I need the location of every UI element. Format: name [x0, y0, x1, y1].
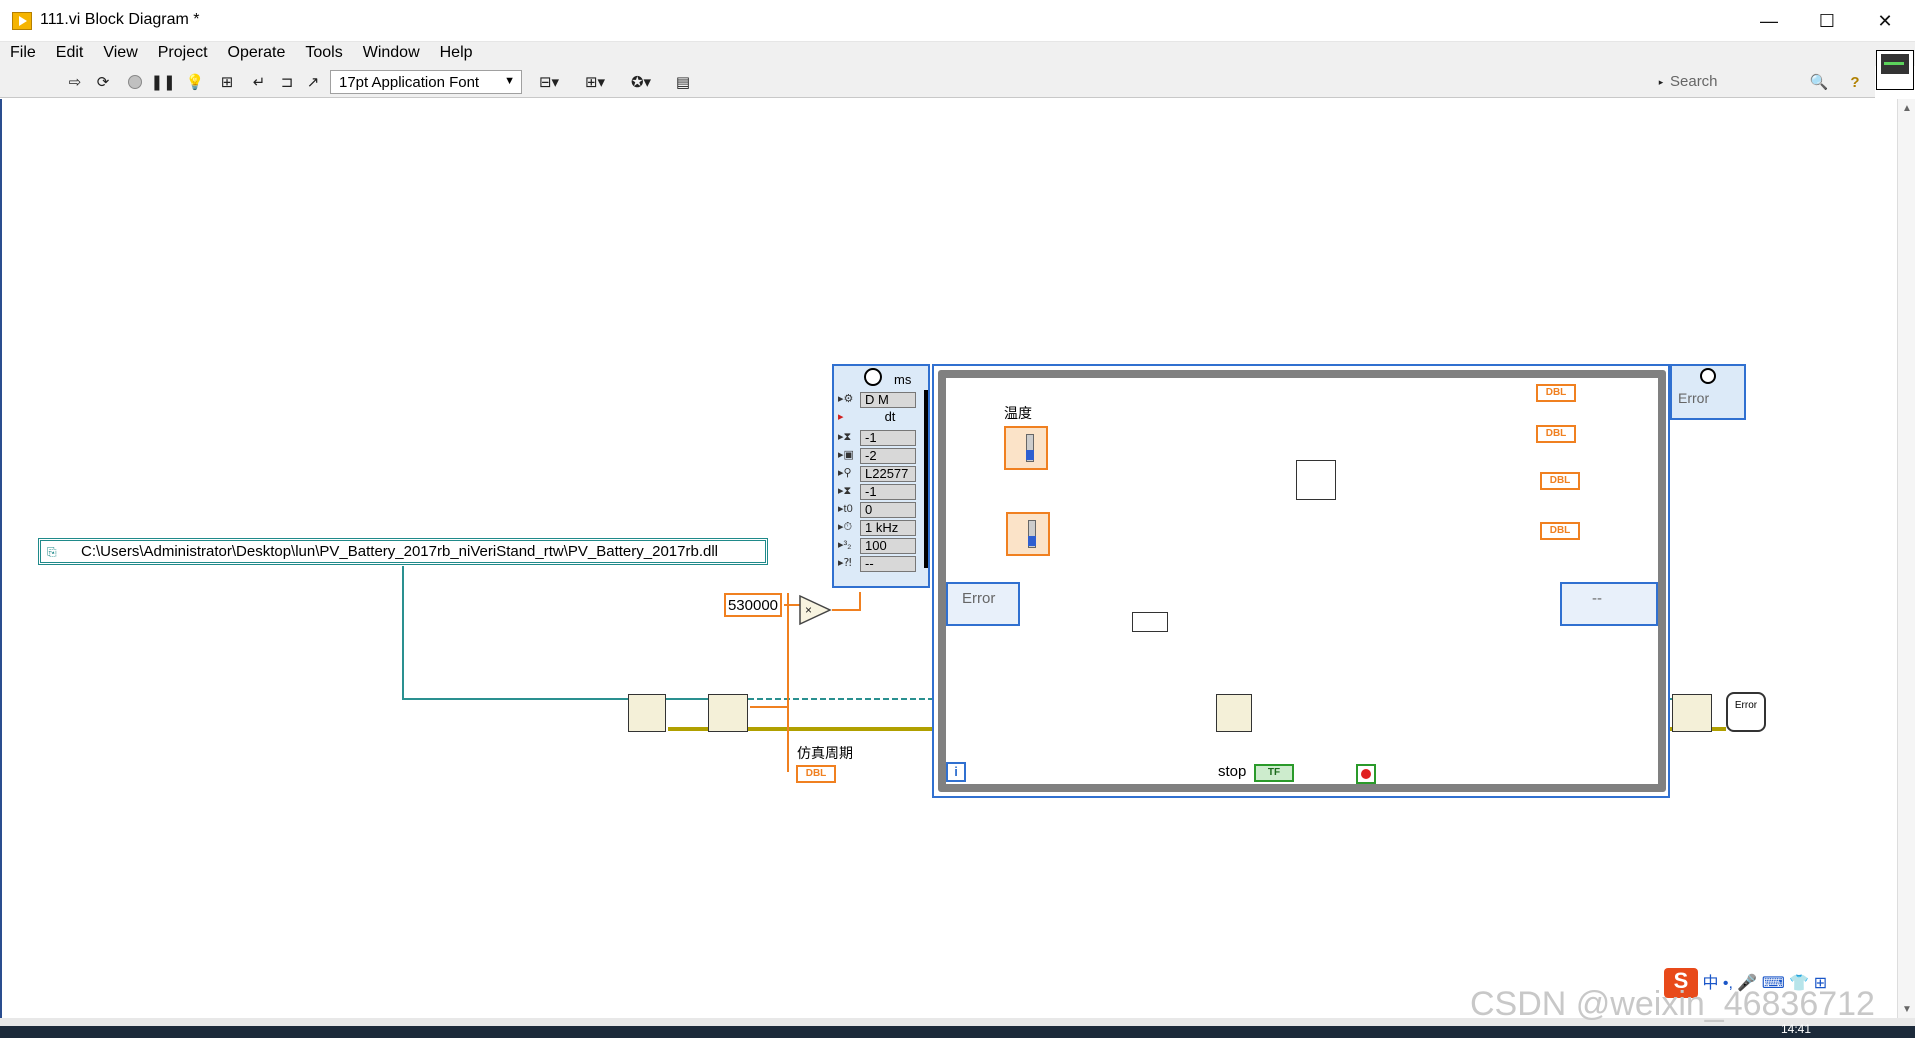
numeric-constant[interactable]: 530000: [724, 593, 782, 617]
output-indicator-2[interactable]: DBL: [1536, 425, 1576, 443]
loop-error-left[interactable]: Error: [946, 582, 1020, 626]
sim-period-label: 仿真周期: [797, 745, 853, 761]
stop-button-terminal[interactable]: TF: [1254, 764, 1294, 782]
sim-period-indicator[interactable]: DBL: [796, 765, 836, 783]
cfg-dt[interactable]: dt: [860, 410, 916, 426]
offset-icon: ▸⧗: [838, 431, 852, 443]
cfg-name[interactable]: L22577: [860, 466, 916, 482]
slider-fill-icon: [1026, 450, 1034, 460]
dll-path-constant[interactable]: ⎘ C:\Users\Administrator\Desktop\lun\PV_…: [38, 538, 768, 565]
clock-icon: [864, 368, 882, 386]
cfg-timing-source[interactable]: 1 kHz: [860, 520, 916, 536]
model-step-node[interactable]: [1216, 694, 1252, 732]
path-icon: ⎘: [47, 545, 57, 559]
index-array-node[interactable]: [1296, 460, 1336, 500]
cfg-processor[interactable]: -2: [860, 448, 916, 464]
slider-fill-icon: [1028, 536, 1036, 546]
name-icon: ▸⚲: [838, 467, 852, 479]
loop-status-right[interactable]: --: [1560, 582, 1658, 626]
temperature-label: 温度: [1004, 405, 1032, 421]
deadline-icon: ▸⧗: [838, 485, 852, 497]
loop-condition-terminal[interactable]: [1356, 764, 1376, 784]
cfg-mode[interactable]: --: [860, 556, 916, 572]
dll-path-text: C:\Users\Administrator\Desktop\lun\PV_Ba…: [81, 543, 718, 560]
timed-loop-input-node[interactable]: ms ▸⚙ D M ▸ dt ▸⧗ -1 ▸▣ -2 ▸⚲ L22577 ▸⧗ …: [832, 364, 930, 588]
scroll-down-icon[interactable]: ▼: [1902, 1004, 1912, 1015]
clock-icon: [1700, 368, 1716, 384]
mode-icon: ▸⁈: [838, 557, 852, 569]
stop-label: stop: [1218, 763, 1247, 780]
scroll-up-icon[interactable]: ▲: [1902, 103, 1912, 114]
unload-model-node[interactable]: [1672, 694, 1712, 732]
loop-unit-label: ms: [894, 372, 912, 387]
path-wire: [402, 566, 628, 700]
timing-source-icon: ▸⏱: [838, 521, 853, 533]
cfg-offset[interactable]: -1: [860, 430, 916, 446]
taskbar-clock: 14:41: [1780, 1022, 1811, 1036]
set-timestep-node[interactable]: [708, 694, 748, 732]
output-indicator-4[interactable]: DBL: [1540, 522, 1580, 540]
multiply-glyph: ×: [805, 603, 812, 617]
t0-icon: ▸t0: [838, 503, 853, 515]
cfg-deadline[interactable]: -1: [860, 484, 916, 500]
mult-out-wire: [832, 592, 861, 611]
load-model-node[interactable]: [628, 694, 666, 732]
output-error-label: Error: [1678, 390, 1710, 406]
iteration-terminal[interactable]: i: [946, 762, 966, 782]
output-indicator-1[interactable]: DBL: [1536, 384, 1576, 402]
timed-loop-output-node[interactable]: Error: [1670, 364, 1746, 420]
cfg-priority[interactable]: 100: [860, 538, 916, 554]
cfg-t0[interactable]: 0: [860, 502, 916, 518]
cfg-source[interactable]: D M: [860, 392, 916, 408]
processor-icon: ▸▣: [838, 449, 854, 461]
priority-icon: ▸³₂: [838, 539, 852, 551]
csdn-watermark: CSDN @weixin_46836712: [1470, 985, 1875, 1023]
error-dialog-label: Error: [1734, 700, 1758, 711]
irradiance-control[interactable]: [1006, 512, 1050, 556]
build-array-node[interactable]: [1132, 612, 1168, 632]
temperature-control[interactable]: [1004, 426, 1048, 470]
output-indicator-3[interactable]: DBL: [1540, 472, 1580, 490]
taskbar: 14:41: [0, 1022, 1915, 1038]
vertical-scrollbar[interactable]: ▲ ▼: [1897, 99, 1915, 1019]
error-dialog-node[interactable]: Error: [1726, 692, 1766, 732]
loop-left-bar: [924, 390, 928, 568]
source-icon: ▸⚙: [838, 393, 854, 405]
dt-icon: ▸: [838, 411, 844, 423]
